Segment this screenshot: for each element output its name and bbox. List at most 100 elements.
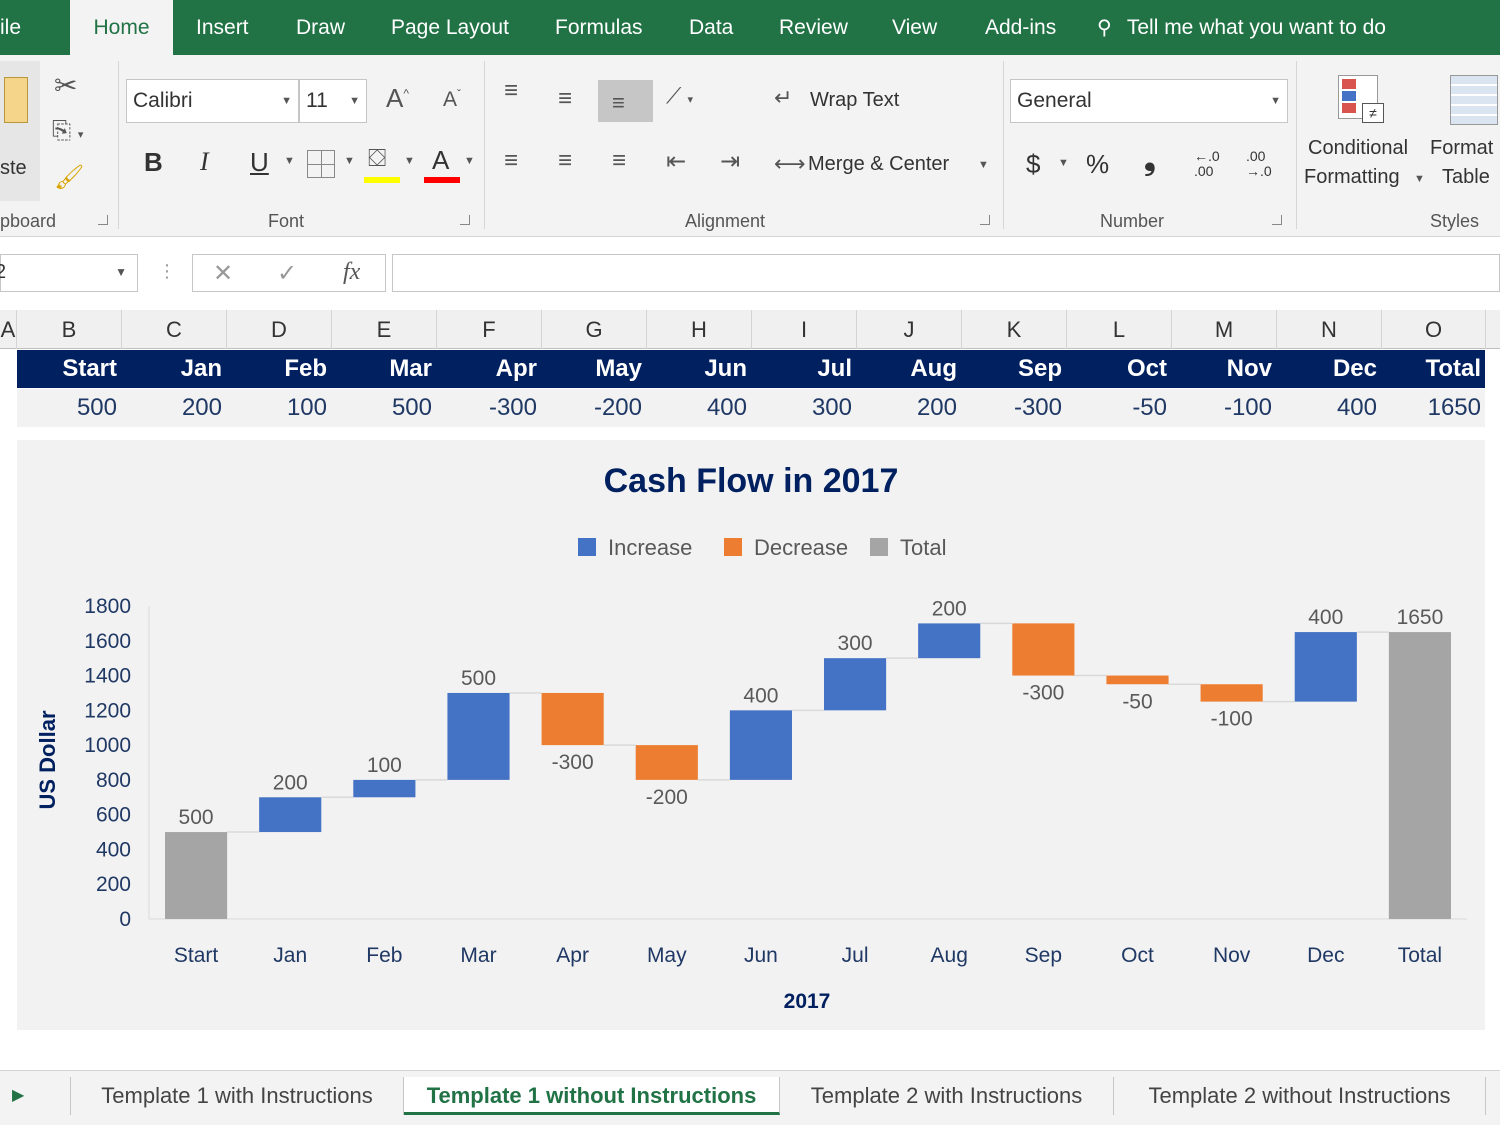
- decrease-decimal-button[interactable]: .00 →.0: [1246, 149, 1272, 179]
- table-value-cell[interactable]: 500: [17, 389, 117, 427]
- table-header-cell[interactable]: Start: [17, 350, 117, 388]
- table-value-cell[interactable]: -300: [437, 389, 537, 427]
- fill-color-icon[interactable]: ⛋: [368, 145, 386, 173]
- table-value-cell[interactable]: -100: [1172, 389, 1272, 427]
- scroll-right-icon[interactable]: ▶: [12, 1085, 24, 1105]
- table-header-cell[interactable]: Total: [1382, 350, 1481, 388]
- column-header-a[interactable]: A: [0, 310, 17, 349]
- chevron-down-icon[interactable]: ▼: [978, 159, 989, 171]
- percent-button[interactable]: %: [1086, 149, 1109, 180]
- number-format-combo[interactable]: General ▼: [1010, 79, 1288, 123]
- table-value-cell[interactable]: -300: [962, 389, 1062, 427]
- column-header-l[interactable]: L: [1067, 310, 1172, 349]
- table-header-cell[interactable]: Apr: [437, 350, 537, 388]
- italic-button[interactable]: I: [200, 147, 209, 177]
- tab-view[interactable]: View: [892, 0, 937, 55]
- cut-icon[interactable]: ✂: [54, 69, 77, 102]
- increase-decimal-button[interactable]: ←.0 .00: [1194, 149, 1220, 179]
- number-launcher-icon[interactable]: [1272, 215, 1282, 225]
- table-value-cell[interactable]: 500: [332, 389, 432, 427]
- font-color-button[interactable]: A: [432, 145, 449, 176]
- conditional-formatting-label-2[interactable]: Formatting: [1304, 166, 1400, 189]
- format-as-table-icon[interactable]: [1450, 75, 1498, 125]
- conditional-formatting-label-1[interactable]: Conditional: [1308, 137, 1408, 160]
- more-options-icon[interactable]: ⋮: [158, 261, 176, 282]
- table-header-cell[interactable]: Feb: [227, 350, 327, 388]
- decrease-font-icon[interactable]: Aˇ: [443, 87, 461, 112]
- font-name-combo[interactable]: Calibri ▼: [126, 79, 299, 123]
- table-value-cell[interactable]: 400: [647, 389, 747, 427]
- tab-add-ins[interactable]: Add-ins: [985, 0, 1056, 55]
- table-header-cell[interactable]: Jul: [752, 350, 852, 388]
- increase-font-icon[interactable]: A^: [386, 83, 409, 114]
- wrap-text-button[interactable]: Wrap Text: [810, 89, 899, 112]
- align-center-icon[interactable]: ≡: [558, 147, 572, 175]
- column-header-o[interactable]: O: [1382, 310, 1486, 349]
- column-header-f[interactable]: F: [437, 310, 542, 349]
- align-top-icon[interactable]: ≡: [504, 77, 518, 105]
- chevron-down-icon[interactable]: ▼: [1058, 157, 1069, 169]
- cancel-icon[interactable]: ✕: [213, 259, 233, 288]
- decrease-indent-icon[interactable]: ⇤: [666, 147, 686, 176]
- table-value-cell[interactable]: -200: [542, 389, 642, 427]
- table-header-cell[interactable]: Oct: [1067, 350, 1167, 388]
- table-header-cell[interactable]: Dec: [1277, 350, 1377, 388]
- table-header-cell[interactable]: Sep: [962, 350, 1062, 388]
- column-header-i[interactable]: I: [752, 310, 857, 349]
- table-value-cell[interactable]: 200: [857, 389, 957, 427]
- merge-center-icon[interactable]: ⟷: [774, 151, 806, 177]
- column-header-b[interactable]: B: [17, 310, 122, 349]
- font-launcher-icon[interactable]: [460, 215, 470, 225]
- increase-indent-icon[interactable]: ⇥: [720, 147, 740, 176]
- tab-insert[interactable]: Insert: [196, 0, 249, 55]
- column-header-n[interactable]: N: [1277, 310, 1382, 349]
- table-value-cell[interactable]: 200: [122, 389, 222, 427]
- currency-button[interactable]: $: [1026, 149, 1040, 180]
- sheet-tab-template2-without-instructions[interactable]: Template 2 without Instructions: [1114, 1077, 1486, 1115]
- column-header-k[interactable]: K: [962, 310, 1067, 349]
- table-value-cell[interactable]: 400: [1277, 389, 1377, 427]
- table-header-cell[interactable]: Nov: [1172, 350, 1272, 388]
- table-header-cell[interactable]: Jun: [647, 350, 747, 388]
- sheet-tab-template2-with-instructions[interactable]: Template 2 with Instructions: [780, 1077, 1114, 1115]
- wrap-text-icon[interactable]: ↵: [774, 85, 792, 111]
- column-header-g[interactable]: G: [542, 310, 647, 349]
- tab-draw[interactable]: Draw: [296, 0, 345, 55]
- column-header-d[interactable]: D: [227, 310, 332, 349]
- align-right-icon[interactable]: ≡: [612, 147, 626, 175]
- tab-home[interactable]: Home: [70, 0, 173, 55]
- clipboard-launcher-icon[interactable]: [98, 215, 108, 225]
- confirm-icon[interactable]: ✓: [277, 259, 297, 288]
- insert-function-button[interactable]: fx: [343, 259, 360, 286]
- chevron-down-icon[interactable]: ▼: [1414, 173, 1425, 185]
- sheet-tab-template1-with-instructions[interactable]: Template 1 with Instructions: [71, 1077, 404, 1115]
- table-header-cell[interactable]: Mar: [332, 350, 432, 388]
- table-header-cell[interactable]: Aug: [857, 350, 957, 388]
- column-header-e[interactable]: E: [332, 310, 437, 349]
- chevron-down-icon[interactable]: ▼: [344, 155, 355, 167]
- font-size-combo[interactable]: 11 ▼: [299, 79, 367, 123]
- comma-button[interactable]: ❟: [1144, 143, 1156, 177]
- format-table-label-2[interactable]: Table: [1442, 166, 1490, 189]
- tab-formulas[interactable]: Formulas: [555, 0, 643, 55]
- chevron-down-icon[interactable]: ▼: [464, 155, 475, 167]
- column-header-h[interactable]: H: [647, 310, 752, 349]
- chevron-down-icon[interactable]: ▼: [284, 155, 295, 167]
- paste-button[interactable]: ste: [0, 61, 40, 201]
- tab-review[interactable]: Review: [779, 0, 848, 55]
- tab-file[interactable]: ile: [0, 0, 21, 55]
- tell-me-box[interactable]: ⚲ Tell me what you want to do: [1097, 0, 1386, 55]
- column-header-j[interactable]: J: [857, 310, 962, 349]
- table-value-cell[interactable]: 100: [227, 389, 327, 427]
- merge-center-button[interactable]: Merge & Center: [808, 153, 949, 176]
- sheet-tab-template1-without-instructions[interactable]: Template 1 without Instructions: [404, 1077, 780, 1115]
- table-value-cell[interactable]: -50: [1067, 389, 1167, 427]
- borders-icon[interactable]: [307, 150, 335, 178]
- underline-button[interactable]: U: [250, 147, 269, 178]
- alignment-launcher-icon[interactable]: [980, 215, 990, 225]
- bold-button[interactable]: B: [144, 147, 163, 178]
- align-left-icon[interactable]: ≡: [504, 147, 518, 175]
- format-table-label-1[interactable]: Format: [1430, 137, 1493, 160]
- formula-input[interactable]: [392, 254, 1500, 292]
- align-middle-icon[interactable]: ≡: [558, 85, 572, 113]
